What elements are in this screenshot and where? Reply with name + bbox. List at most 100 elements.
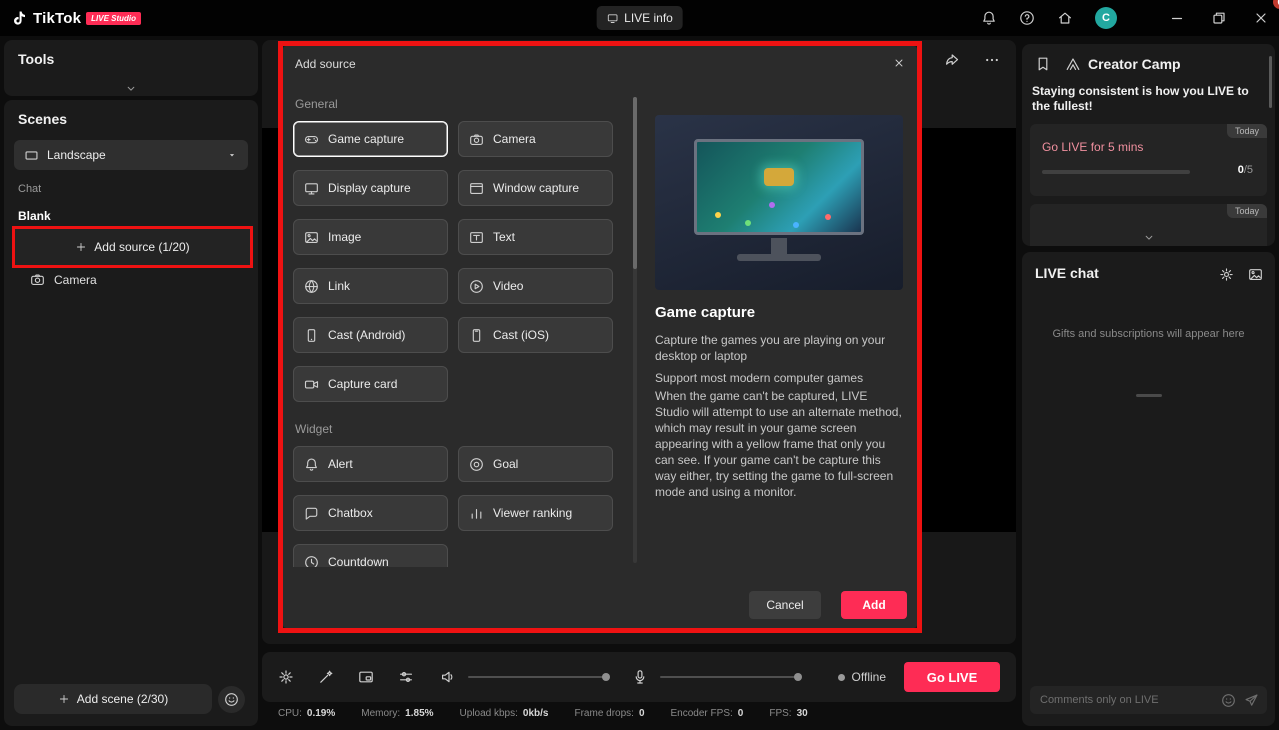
microphone-icon[interactable] [632,669,648,685]
cancel-button[interactable]: Cancel [749,591,821,619]
minimize-icon[interactable] [1169,10,1185,26]
mic-slider[interactable] [660,676,800,678]
scenes-panel: Scenes Landscape Chat Blank Add source (… [4,100,258,726]
source-item-viewer-ranking[interactable]: Viewer ranking [458,495,613,531]
add-button[interactable]: Add [841,591,907,619]
source-detail-title: Game capture [655,304,755,321]
mic-knob[interactable] [794,673,802,681]
volume-knob[interactable] [602,673,610,681]
restore-icon[interactable] [1211,10,1227,26]
chat-display-icon[interactable] [1248,267,1263,282]
source-item-cast-android[interactable]: Cast (Android) [293,317,448,353]
source-item-label: Chatbox [328,506,373,520]
globe-icon [304,279,319,294]
add-source-button[interactable]: Add source (1/20) [15,229,250,265]
source-group-label: Blank [18,209,51,223]
home-icon[interactable] [1057,10,1073,26]
source-item-game-capture[interactable]: Game capture [293,121,448,157]
video-icon [469,279,484,294]
control-bar: Offline Go LIVE [262,652,1016,702]
task-title: Go LIVE for 5 mins [1042,140,1143,154]
status-label: CPU: [278,708,302,719]
source-item-label: Cast (iOS) [493,328,549,342]
volume-slider[interactable] [468,676,608,678]
alert-bell-icon [304,457,319,472]
source-item-goal[interactable]: Goal [458,446,613,482]
status-label: Frame drops: [574,708,633,719]
source-item-link[interactable]: Link [293,268,448,304]
status-value: 0.19% [307,708,335,719]
live-info-button[interactable]: LIVE info [596,6,683,30]
tiktok-note-icon [12,10,28,26]
tools-expand-chevron-icon[interactable] [125,82,138,95]
control-icons [278,669,414,685]
app-name: TikTok [33,10,81,27]
source-item-image[interactable]: Image [293,219,448,255]
source-item-countdown[interactable]: Countdown [293,544,448,567]
camp-icon [1065,56,1081,72]
source-item-capture-card[interactable]: Capture card [293,366,448,402]
help-icon[interactable] [1019,10,1035,26]
status-item: FPS:30 [769,708,807,719]
offline-dot [838,674,845,681]
stream-status: Offline [838,670,886,684]
source-grid: Alert Goal Chatbox Viewer ranking Countdown [293,446,633,567]
gamepad-icon [304,132,319,147]
source-item-label: Display capture [328,181,411,195]
speaker-icon[interactable] [440,669,456,685]
image-icon [304,230,319,245]
expand-tasks-chevron-icon[interactable] [1142,231,1155,244]
source-item-chatbox[interactable]: Chatbox [293,495,448,531]
source-item-text[interactable]: Text [458,219,613,255]
share-icon[interactable] [944,52,960,68]
emoji-icon[interactable] [1221,693,1236,708]
task-card[interactable]: Today Go LIVE for 5 mins 0/5 [1030,124,1267,196]
scene-selector[interactable]: Landscape [14,140,248,170]
status-value: 0kb/s [523,708,549,719]
source-item-video[interactable]: Video [458,268,613,304]
source-item-alert[interactable]: Alert [293,446,448,482]
source-sections: GeneralGame captureCameraDisplay capture… [293,89,633,567]
modal-title: Add source [295,57,356,71]
source-item-window-capture[interactable]: Window capture [458,170,613,206]
overlay-icon[interactable] [358,669,374,685]
source-item-camera[interactable]: Camera [458,121,613,157]
go-live-button[interactable]: Go LIVE [904,662,1000,692]
camera-icon [469,132,484,147]
status-label: Upload kbps: [460,708,518,719]
source-item-label: Image [328,230,361,244]
chat-drag-handle[interactable] [1136,394,1162,397]
notifications-bell-icon[interactable] [981,10,997,26]
add-scene-button[interactable]: Add scene (2/30) [14,684,212,714]
task-progress-text: 0/5 [1238,164,1253,176]
modal-annotation-box: Add source GeneralGame captureCameraDisp… [278,41,922,633]
chat-settings-icon[interactable] [1219,267,1234,282]
status-value: 30 [797,708,808,719]
comment-input[interactable] [1040,694,1213,706]
tools-title: Tools [18,51,54,67]
enhance-icon[interactable] [318,669,334,685]
landscape-icon [24,148,39,163]
source-item-label: Game capture [328,132,404,146]
creator-camp-header: Creator Camp [1035,56,1181,72]
avatar[interactable]: C [1095,7,1117,29]
bookmark-icon[interactable] [1035,56,1051,72]
modal-close-button[interactable] [889,53,909,73]
section-label: Widget [295,422,633,436]
modal-scrollbar-thumb[interactable] [633,97,637,269]
stream-settings-icon[interactable] [278,669,294,685]
scene-theme-button[interactable] [218,686,245,713]
bar-ranking-icon [469,506,484,521]
source-item-cast-ios[interactable]: Cast (iOS) [458,317,613,353]
source-item-display-capture[interactable]: Display capture [293,170,448,206]
comment-input-wrapper [1030,686,1267,714]
more-options-icon[interactable] [984,52,1000,68]
send-icon[interactable] [1244,693,1259,708]
chat-tools [1219,267,1263,282]
camera-source-row[interactable]: Camera [30,272,97,287]
panel-scrollbar[interactable] [1269,56,1272,108]
phone-android-icon [304,328,319,343]
close-window-icon[interactable] [1253,10,1269,26]
caret-down-icon [226,149,238,161]
filters-icon[interactable] [398,669,414,685]
